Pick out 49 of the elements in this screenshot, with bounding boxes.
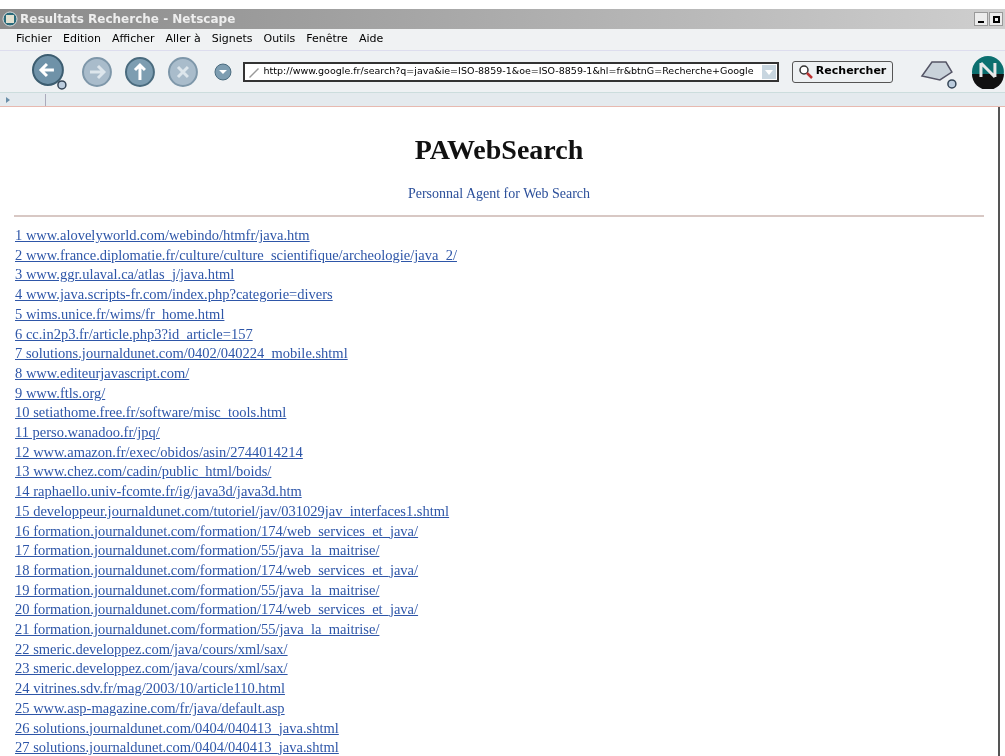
result-link[interactable]: 27 solutions.journaldunet.com/0404/040413_java.shtml: [15, 738, 339, 756]
result-link[interactable]: 16 formation.journaldunet.com/formation/174/web_services_et_java/: [15, 521, 419, 542]
result-link[interactable]: 15 developpeur.journaldunet.com/tutoriel/jav/031029jav_interfaces1.shtml: [15, 501, 450, 522]
result-link[interactable]: 21 formation.journaldunet.com/formation/55/java_la_maitrise/: [15, 620, 380, 640]
reload-icon[interactable]: [123, 55, 156, 88]
result-link[interactable]: 22 smeric.developpez.com/java/cours/xml/sax/: [15, 639, 288, 660]
result-link[interactable]: 11 perso.wanadoo.fr/jpq/: [15, 423, 160, 443]
menu-item[interactable]: Fenêtre: [306, 31, 348, 48]
page-heading: PAWebSearch: [413, 133, 585, 167]
menu-item[interactable]: Aller à: [165, 31, 201, 48]
result-link[interactable]: 12 www.amazon.fr/exec/obidos/asin/2744014214: [15, 442, 303, 463]
address-field[interactable]: http://www.google.fr/search?q=java&ie=ISO-8859-1&oe=ISO-8859-1&hl=fr&btnG=Recherche+Google: [242, 61, 779, 82]
stop-icon[interactable]: [166, 55, 199, 88]
back-icon[interactable]: [30, 51, 70, 92]
menu-item[interactable]: Outils: [263, 31, 296, 48]
window-title: Resultats Recherche - Netscape: [20, 11, 236, 28]
dropdown-icon[interactable]: [213, 62, 232, 81]
forward-icon[interactable]: [80, 55, 113, 88]
minimize-button[interactable]: [974, 12, 988, 26]
search-button[interactable]: Rechercher: [791, 60, 894, 83]
result-link[interactable]: 17 formation.journaldunet.com/formation/55/java_la_maitrise/: [15, 541, 380, 561]
result-link[interactable]: 13 www.chez.com/cadin/public_html/boids/: [15, 462, 272, 483]
menu-item[interactable]: Signets: [211, 31, 253, 48]
result-link[interactable]: 26 solutions.journaldunet.com/0404/040413_java.shtml: [15, 718, 339, 739]
result-link[interactable]: 5 wims.unice.fr/wims/fr_home.html: [15, 304, 225, 325]
result-link[interactable]: 24 vitrines.sdv.fr/mag/2003/10/article110.html: [15, 679, 285, 699]
result-link[interactable]: 7 solutions.journaldunet.com/0402/040224_mobile.shtml: [15, 344, 348, 364]
result-link[interactable]: 14 raphaello.univ-fcomte.fr/ig/java3d/java3d.htm: [15, 482, 302, 502]
result-link[interactable]: 2 www.france.diplomatie.fr/culture/culture_scientifique/archeologie/java_2/: [15, 245, 457, 266]
result-link[interactable]: 18 formation.journaldunet.com/formation/174/web_services_et_java/: [15, 560, 419, 581]
address-text: http://www.google.fr/search?q=java&ie=ISO-8859-1&oe=ISO-8859-1&hl=fr&btnG=Recherche+Google: [263, 64, 754, 79]
search-icon: [798, 64, 813, 79]
menu-item[interactable]: Afficher: [112, 31, 155, 48]
menu-item[interactable]: Fichier: [16, 31, 52, 48]
result-link[interactable]: 25 www.asp-magazine.com/fr/java/default.asp: [15, 698, 285, 719]
result-link[interactable]: 8 www.editeurjavascript.com/: [15, 363, 190, 384]
result-link[interactable]: 9 www.ftls.org/: [15, 383, 106, 404]
result-link[interactable]: 20 formation.journaldunet.com/formation/174/web_services_et_java/: [15, 600, 419, 621]
result-link[interactable]: 6 cc.in2p3.fr/article.php3?id_article=157: [15, 324, 253, 345]
page-subtitle: Personnal Agent for Web Search: [406, 185, 592, 203]
result-link[interactable]: 3 www.ggr.ulaval.ca/atlas_j/java.html: [15, 265, 235, 286]
result-link[interactable]: 10 setiathome.free.fr/software/misc_tools.html: [15, 403, 287, 424]
menu-item[interactable]: Aide: [358, 31, 384, 48]
result-link[interactable]: 23 smeric.developpez.com/java/cours/xml/sax/: [15, 659, 288, 680]
menu-item[interactable]: Edition: [62, 31, 101, 48]
result-link[interactable]: 19 formation.journaldunet.com/formation/55/java_la_maitrise/: [15, 580, 380, 601]
result-link[interactable]: 4 www.java.scripts-fr.com/index.php?categorie=divers: [15, 285, 333, 305]
restore-button[interactable]: [989, 12, 1003, 26]
result-link[interactable]: 1 www.alovelyworld.com/webindo/htmfr/java.htm: [15, 226, 310, 246]
